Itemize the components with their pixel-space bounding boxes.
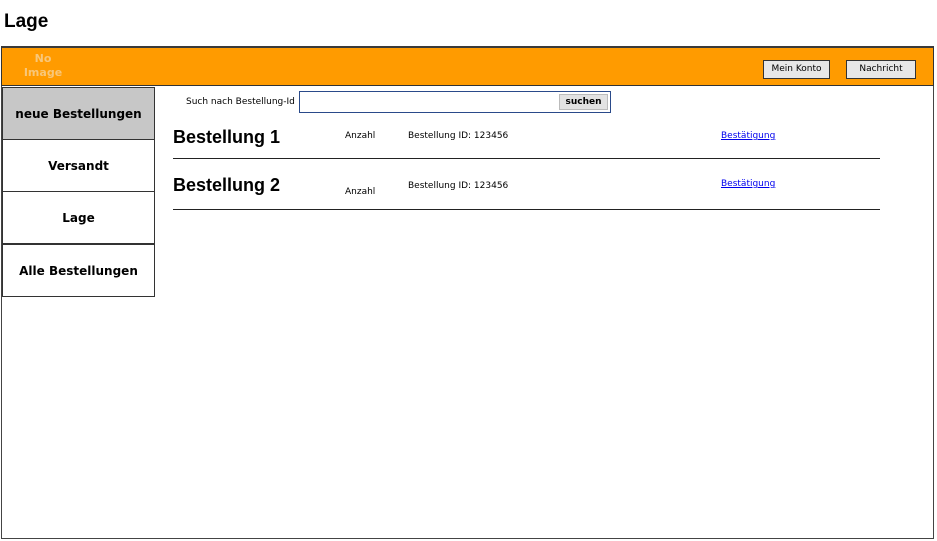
sidebar-item-status[interactable]: Lage [2, 191, 155, 244]
search-button[interactable]: suchen [559, 94, 608, 110]
message-button[interactable]: Nachricht [846, 60, 916, 79]
sidebar-item-shipped[interactable]: Versandt [2, 139, 155, 192]
order-quantity-label: Anzahl [345, 187, 376, 197]
order-id: Bestellung ID: 123456 [408, 181, 509, 191]
order-divider [173, 209, 880, 210]
search-input[interactable] [302, 94, 564, 110]
order-confirm-link[interactable]: Bestätigung [721, 131, 775, 141]
search-box: suchen [299, 91, 611, 113]
top-bar: No Image Mein Konto Nachricht [1, 46, 934, 86]
sidebar-item-new-orders[interactable]: neue Bestellungen [2, 87, 155, 140]
order-divider [173, 158, 880, 159]
order-confirm-link[interactable]: Bestätigung [721, 179, 775, 189]
order-id: Bestellung ID: 123456 [408, 131, 509, 141]
order-title: Bestellung 1 [173, 127, 281, 147]
logo-image-placeholder: No Image [23, 52, 63, 79]
my-account-button[interactable]: Mein Konto [763, 60, 830, 79]
order-quantity-label: Anzahl [345, 131, 376, 141]
search-label: Such nach Bestellung-Id [186, 97, 295, 107]
page-title: Lage [4, 11, 49, 32]
order-title: Bestellung 2 [173, 175, 281, 195]
sidebar-item-all-orders[interactable]: Alle Bestellungen [2, 244, 155, 297]
